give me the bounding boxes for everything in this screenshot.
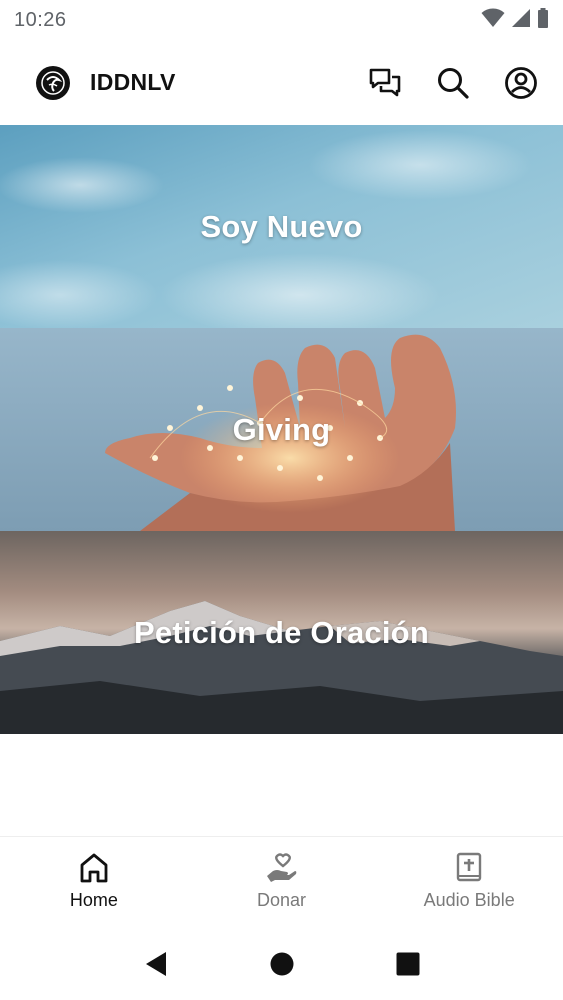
card-label: Soy Nuevo — [200, 208, 363, 244]
card-giving[interactable]: Giving — [0, 328, 563, 531]
church-logo-icon — [36, 65, 70, 100]
home-icon — [80, 853, 108, 883]
nav-label: Audio Bible — [423, 890, 515, 910]
nav-item-donar[interactable]: Donar — [188, 837, 376, 932]
donate-heart-hand-icon — [266, 853, 296, 882]
app-actions — [339, 61, 543, 105]
nav-item-audio-bible[interactable]: Audio Bible — [375, 837, 563, 932]
card-label: Petición de Oración — [134, 614, 429, 650]
nav-label: Home — [69, 890, 118, 910]
home-circle-icon[interactable] — [269, 951, 295, 982]
account-circle-icon — [505, 66, 537, 99]
bottom-nav: Home Donar Audio Bible — [0, 836, 563, 932]
chat-bubbles-icon — [369, 68, 401, 96]
home-cards: Soy Nuevo Giving Petición de Oración — [0, 125, 563, 734]
system-nav-bar — [0, 932, 563, 1000]
status-bar: 10:26 — [0, 0, 563, 40]
status-icons — [481, 7, 549, 33]
search-icon — [438, 67, 469, 99]
status-time: 10:26 — [14, 8, 67, 31]
profile-button[interactable] — [499, 61, 543, 105]
back-icon[interactable] — [143, 950, 169, 983]
nav-item-home[interactable]: Home — [0, 837, 188, 932]
nav-label: Donar — [256, 890, 307, 910]
chat-button[interactable] — [363, 61, 407, 105]
cell-signal-icon — [511, 8, 531, 33]
app-title: IDDNLV — [90, 69, 176, 95]
recents-square-icon[interactable] — [395, 951, 421, 982]
app-bar: IDDNLV — [0, 40, 563, 125]
bible-icon — [456, 852, 482, 882]
battery-icon — [537, 7, 549, 33]
card-peticion-de-oracion[interactable]: Petición de Oración — [0, 531, 563, 734]
card-soy-nuevo[interactable]: Soy Nuevo — [0, 125, 563, 328]
wifi-icon — [481, 8, 505, 33]
card-label: Giving — [232, 411, 331, 447]
search-button[interactable] — [431, 61, 475, 105]
